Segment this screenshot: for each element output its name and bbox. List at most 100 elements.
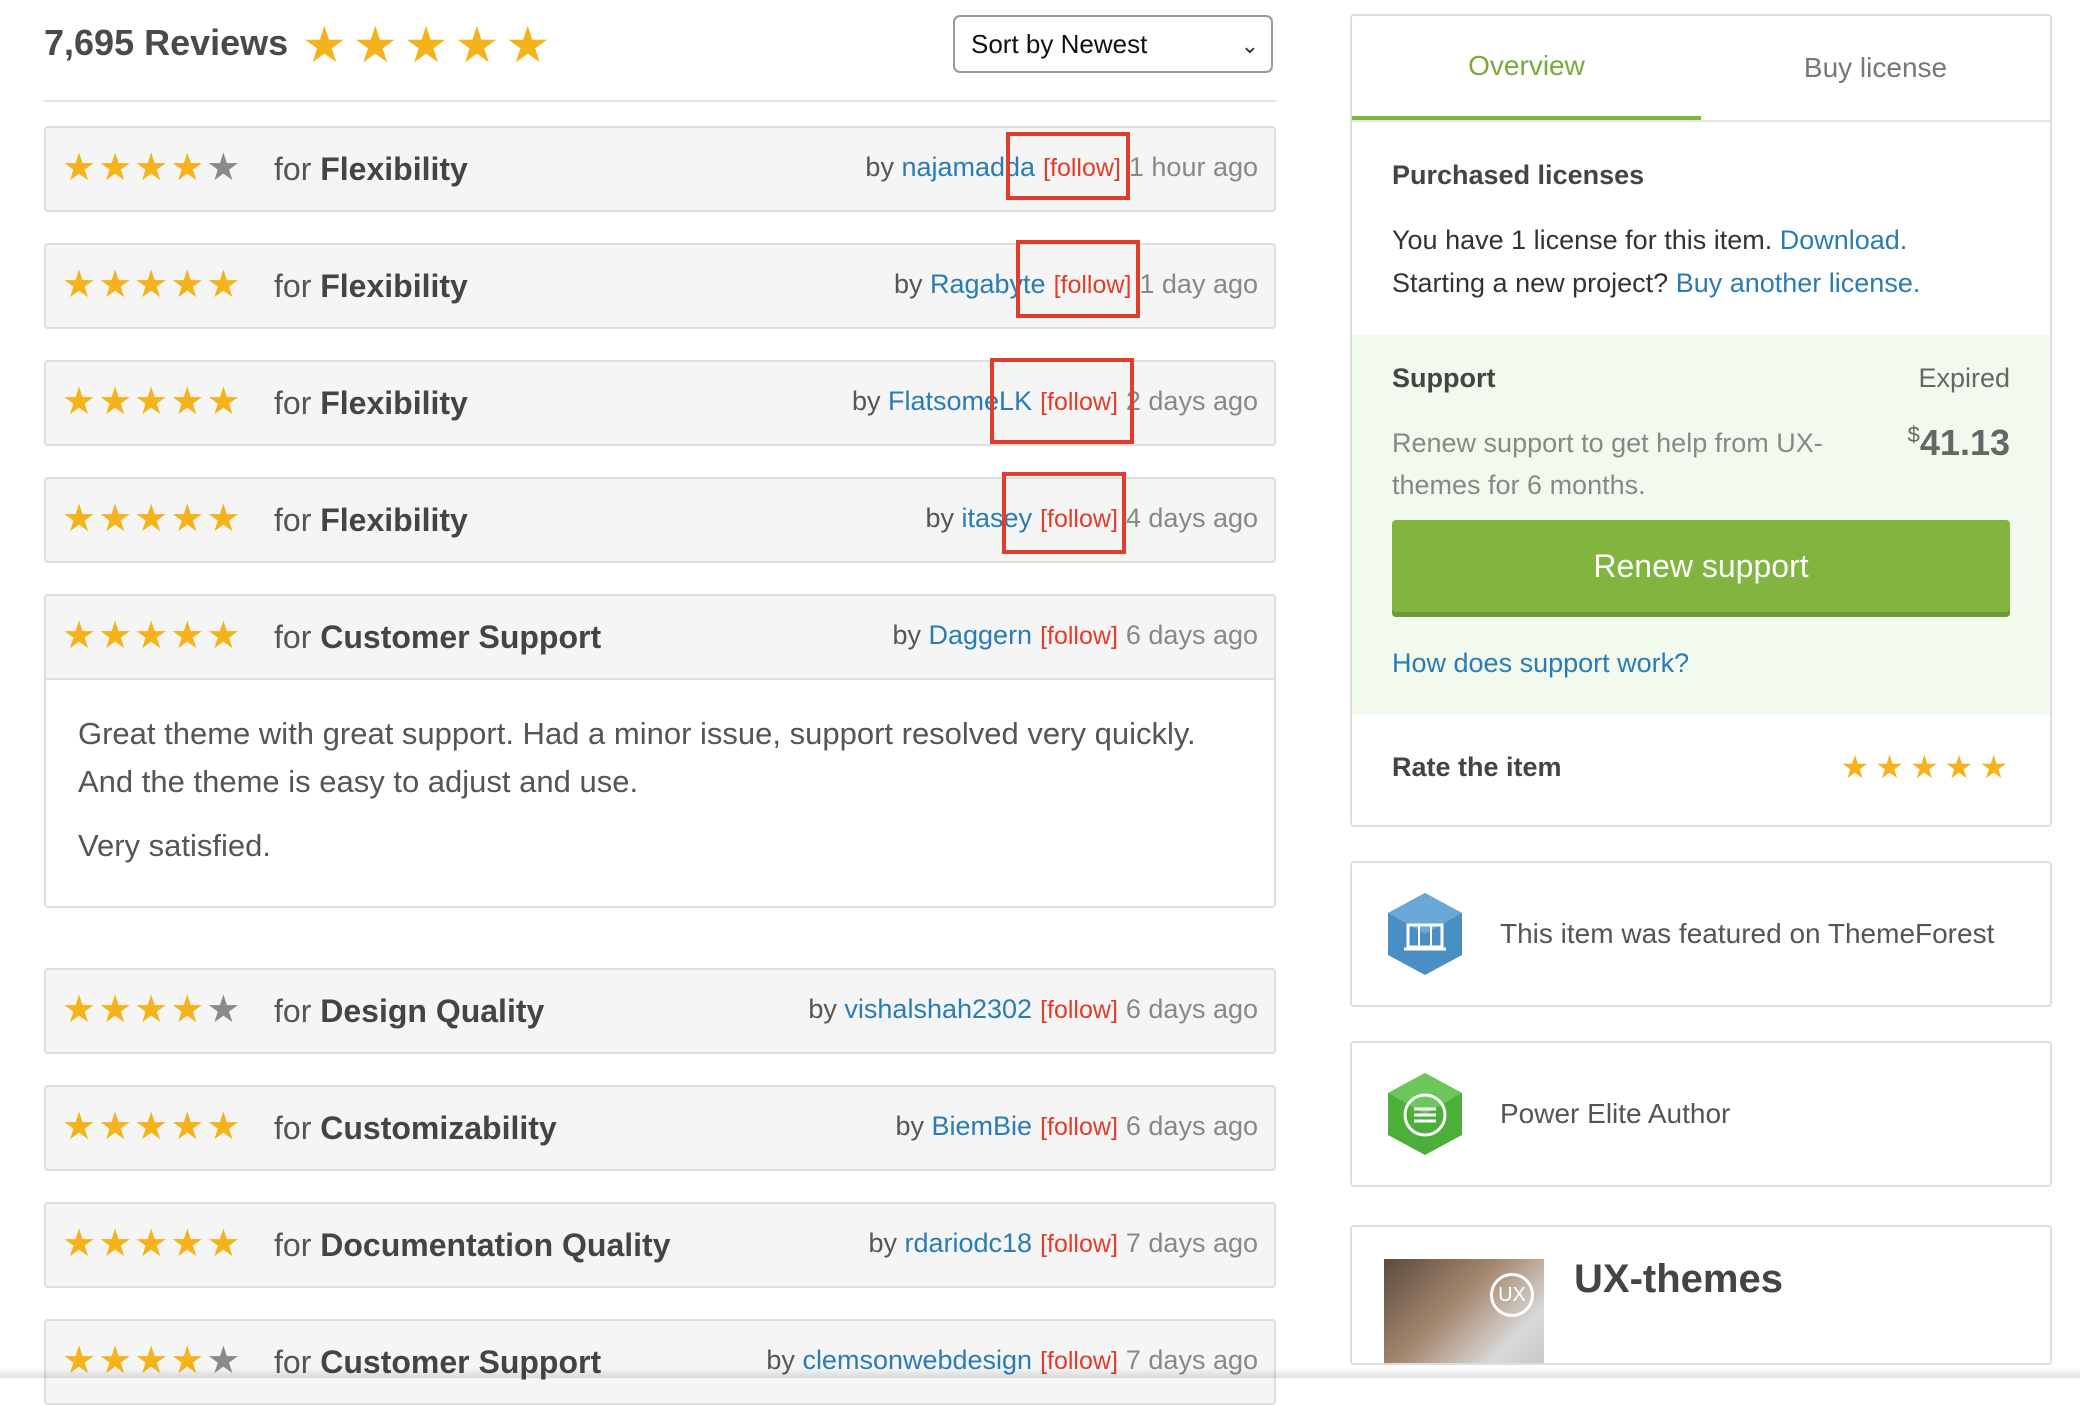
star-icon: ★ [62,498,97,540]
tab-overview[interactable]: Overview [1352,16,1701,120]
star-icon: ★ [134,381,169,423]
rate-stars[interactable]: ★ ★ ★ ★ ★ [1837,745,2010,789]
review-item: ★★★★★ for Customizability by BiemBie [follo… [44,1085,1276,1171]
highlight-box [1016,240,1140,318]
highlight-box [1006,132,1130,200]
review-bar: ★★★★★ for Documentation Quality by rdariod… [46,1204,1274,1286]
review-stars: ★★★★★ [62,497,242,541]
star-icon: ★ [206,264,241,306]
sort-selected-value: Sort by Newest [971,28,1148,59]
star-icon: ★ [134,615,169,657]
review-category: for Documentation Quality [274,1227,671,1263]
review-item: ★★★★★ for Customer Support by Daggern [foll… [44,594,1276,908]
star-icon[interactable]: ★ [1910,745,1939,789]
review-paragraph: Very satisfied. [78,828,271,863]
support-title: Support [1392,363,1496,393]
star-icon: ★ [302,17,347,73]
review-time: 2 days ago [1125,386,1258,416]
review-by: by [895,1111,925,1141]
support-help-link[interactable]: How does support work? [1392,642,2010,685]
reviews-header: 7,695 Reviews ★ ★ ★ ★ ★ Sort by Newest ⌄ [44,0,1276,102]
support-section: Support Expired Renew support to get hel… [1352,335,2050,715]
review-item: ★★★★★ for Documentation Quality by rdariod… [44,1202,1276,1288]
star-icon: ★ [98,498,133,540]
review-time: 6 days ago [1125,994,1258,1024]
review-meta: by rdariodc18 [follow] 7 days ago [868,1228,1258,1259]
review-author-link[interactable]: vishalshah2302 [844,994,1032,1024]
star-icon[interactable]: ★ [1945,745,1974,789]
author-initials: UX [1490,1273,1534,1317]
review-stars: ★★★★★ [62,614,242,658]
review-category: for Customizability [274,1110,557,1146]
review-by: by [851,386,881,416]
follow-link[interactable]: [follow] [1040,622,1118,650]
review-by: by [868,1228,897,1258]
new-project-text: Starting a new project? [1392,268,1669,298]
buy-another-link[interactable]: Buy another license. [1676,268,1921,298]
price-value: 41.13 [1919,422,2010,463]
purchased-title: Purchased licenses [1392,160,1645,190]
review-meta: by BiemBie [follow] 6 days ago [895,1111,1258,1142]
star-icon: ★ [134,264,169,306]
star-icon: ★ [134,1106,169,1148]
support-price: $41.13 [1908,422,2010,506]
review-author-link[interactable]: rdariodc18 [905,1228,1033,1258]
star-icon[interactable]: ★ [1841,745,1870,789]
highlight-box [1002,472,1126,554]
review-by: by [808,994,837,1024]
review-stars: ★★★★★ [62,263,242,307]
elite-author-card: Power Elite Author [1350,1041,2052,1187]
star-icon[interactable]: ★ [1979,745,2008,789]
review-author-link[interactable]: BiemBie [932,1111,1033,1141]
star-icon: ★ [98,264,133,306]
review-stars: ★★★★★ [62,146,242,190]
avatar[interactable]: UX [1384,1259,1544,1363]
star-icon: ★ [206,615,241,657]
star-icon: ★ [206,1106,241,1148]
sidebar-tabs: Overview Buy license [1352,16,2050,122]
star-icon: ★ [134,989,169,1031]
review-bar: ★★★★★ for Design Quality by vishalshah2302… [46,970,1274,1052]
chevron-down-icon: ⌄ [1240,33,1259,58]
review-item: ★★★★★ for Design Quality by vishalshah2302… [44,968,1276,1054]
star-icon: ★ [134,1223,169,1265]
review-category: for Flexibility [274,268,468,304]
star-icon: ★ [206,147,241,189]
review-category: for Flexibility [274,151,468,187]
star-icon: ★ [98,989,133,1031]
renew-support-button[interactable]: Renew support [1392,520,2010,612]
author-name[interactable]: UX-themes [1574,1257,1783,1302]
star-icon: ★ [454,17,500,73]
star-icon: ★ [62,989,97,1031]
follow-link[interactable]: [follow] [1040,1230,1118,1258]
review-meta: by Daggern [follow] 6 days ago [892,620,1258,651]
review-stars: ★★★★★ [62,1105,242,1149]
scroll-fade [0,1368,2080,1378]
review-time: 7 days ago [1125,1228,1258,1258]
star-icon: ★ [98,1223,133,1265]
featured-badge-icon [1388,893,1462,975]
author-card: UX UX-themes [1350,1225,2052,1365]
follow-link[interactable]: [follow] [1040,996,1118,1024]
review-bar: ★★★★★ for Customizability by BiemBie [follo… [46,1087,1274,1169]
star-icon: ★ [170,381,205,423]
featured-card: This item was featured on ThemeForest [1350,861,2052,1007]
star-icon: ★ [403,17,449,73]
review-author-link[interactable]: Daggern [929,620,1033,650]
follow-link[interactable]: [follow] [1040,1113,1118,1141]
rate-title: Rate the item [1392,751,1562,782]
review-time: 1 day ago [1139,269,1258,299]
download-link[interactable]: Download. [1780,225,1908,255]
review-time: 6 days ago [1125,1111,1258,1141]
review-by: by [865,152,894,182]
review-category: for Customer Support [274,619,602,655]
license-info: You have 1 license for this item. Downlo… [1392,219,2010,305]
review-item: ★★★★★ for Customer Support by clemsonwebde… [44,1319,1276,1405]
review-time: 6 days ago [1125,620,1258,650]
star-icon: ★ [206,381,241,423]
license-card: Overview Buy license Purchased licenses … [1350,14,2052,827]
review-stars: ★★★★★ [62,988,242,1032]
star-icon[interactable]: ★ [1875,745,1904,789]
sort-select[interactable]: Sort by Newest ⌄ [953,15,1273,73]
tab-buy-license[interactable]: Buy license [1701,16,2050,120]
